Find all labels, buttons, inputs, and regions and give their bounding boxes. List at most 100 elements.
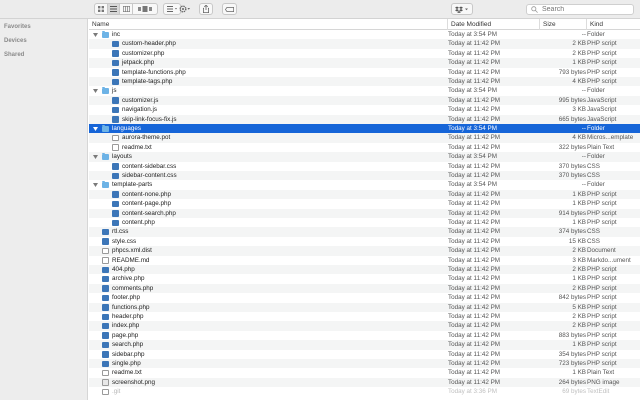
file-row[interactable]: archive.php Today at 11:42 PM 1 KB PHP scri…: [89, 274, 640, 283]
file-date: Today at 11:42 PM: [448, 78, 501, 85]
file-row[interactable]: .git Today at 3:36 PM 69 bytes TextEdit: [89, 387, 640, 396]
file-name: functions.php: [112, 303, 150, 311]
php-icon: [102, 332, 109, 339]
file-row[interactable]: content-search.php Today at 11:42 PM 914 b…: [89, 208, 640, 218]
doc-icon: [112, 134, 119, 142]
column-header-size[interactable]: Size: [539, 19, 586, 30]
file-row[interactable]: content-none.php Today at 11:42 PM 1 KB PHP…: [89, 189, 640, 200]
file-kind: PHP script: [587, 68, 617, 76]
disclosure-triangle-icon[interactable]: [92, 180, 99, 189]
file-date: Today at 11:42 PM: [448, 360, 501, 367]
column-view-button[interactable]: [120, 4, 133, 14]
file-row[interactable]: readme.txt Today at 11:42 PM 1 KB Plain Tex…: [89, 368, 640, 377]
file-row[interactable]: custom-header.php Today at 11:42 PM 2 KB PH…: [89, 39, 640, 49]
file-row[interactable]: phpcs.xml.dist Today at 11:42 PM 2 KB Docum…: [89, 246, 640, 256]
file-name: readme.txt: [112, 369, 142, 377]
column-header-date[interactable]: Date Modified: [447, 19, 539, 30]
file-size: 374 bytes: [558, 228, 586, 236]
file-size: 2 KB: [572, 322, 586, 330]
search-field[interactable]: [526, 4, 634, 15]
file-name: content-sidebar.css: [122, 162, 177, 170]
file-kind: Folder: [587, 125, 605, 132]
action-menu-button[interactable]: [175, 3, 195, 15]
icon-view-button[interactable]: [95, 4, 108, 14]
file-row[interactable]: search.php Today at 11:42 PM 1 KB PHP scrip…: [89, 340, 640, 350]
folder-icon: [102, 180, 109, 189]
sidebar-section-favorites[interactable]: Favorites: [4, 24, 31, 30]
file-row[interactable]: customizer.js Today at 11:42 PM 995 bytes J…: [89, 95, 640, 106]
folder-row[interactable]: js Today at 3:54 PM -- Folder: [89, 86, 640, 95]
sidebar-section-shared[interactable]: Shared: [4, 52, 24, 58]
file-row[interactable]: content.php Today at 11:42 PM 1 KB PHP scri…: [89, 218, 640, 227]
file-row[interactable]: jetpack.php Today at 11:42 PM 1 KB PHP scri…: [89, 58, 640, 68]
file-row[interactable]: customizer.php Today at 11:42 PM 2 KB PHP s…: [89, 49, 640, 58]
file-size: 15 KB: [568, 237, 586, 245]
img-icon: [102, 379, 109, 386]
file-row[interactable]: template-functions.php Today at 11:42 PM 7…: [89, 68, 640, 77]
share-button[interactable]: [199, 3, 213, 15]
file-row[interactable]: index.php Today at 11:42 PM 2 KB PHP script: [89, 321, 640, 331]
file-date: Today at 3:54 PM: [448, 31, 498, 38]
file-name: sidebar.php: [112, 350, 145, 358]
sidebar-section-devices[interactable]: Devices: [4, 38, 27, 44]
file-name: aurora-theme.pot: [122, 134, 171, 142]
file-row[interactable]: footer.php Today at 11:42 PM 842 bytes PHP …: [89, 293, 640, 302]
file-name: 404.php: [112, 266, 135, 273]
file-name: js: [112, 87, 117, 95]
disclosure-triangle-icon[interactable]: [92, 30, 99, 39]
file-size: 264 bytes: [558, 378, 586, 386]
file-kind: PHP script: [587, 322, 617, 330]
file-row[interactable]: content-sidebar.css Today at 11:42 PM 370 …: [89, 162, 640, 171]
disclosure-triangle-icon[interactable]: [92, 152, 99, 161]
file-row[interactable]: style.css Today at 11:42 PM 15 KB CSS: [89, 237, 640, 246]
file-row[interactable]: comments.php Today at 11:42 PM 2 KB PHP scr…: [89, 283, 640, 294]
cover-flow-button[interactable]: [133, 4, 157, 14]
folder-row[interactable]: layouts Today at 3:54 PM -- Folder: [89, 152, 640, 162]
php-icon: [102, 275, 109, 283]
column-header-kind[interactable]: Kind: [586, 19, 640, 30]
file-date: Today at 11:42 PM: [448, 200, 501, 208]
disclosure-triangle-icon[interactable]: [92, 86, 99, 95]
file-row[interactable]: content-page.php Today at 11:42 PM 1 KB PHP…: [89, 199, 640, 208]
folder-row[interactable]: inc Today at 3:54 PM -- Folder: [89, 30, 640, 39]
file-kind: Plain Text: [587, 369, 615, 377]
file-row[interactable]: template-tags.php Today at 11:42 PM 4 KB PH…: [89, 77, 640, 87]
file-row[interactable]: sidebar-content.css Today at 11:42 PM 370 …: [89, 171, 640, 181]
dropbox-button[interactable]: [451, 3, 473, 15]
file-row[interactable]: rtl.css Today at 11:42 PM 374 bytes CSS: [89, 227, 640, 237]
file-kind: CSS: [587, 237, 600, 245]
file-row[interactable]: page.php Today at 11:42 PM 883 bytes PHP sc…: [89, 331, 640, 340]
file-row[interactable]: functions.php Today at 11:42 PM 5 KB PHP sc…: [89, 302, 640, 312]
search-input[interactable]: [542, 6, 622, 13]
list-view-button[interactable]: [107, 4, 121, 14]
file-date: Today at 11:42 PM: [448, 134, 501, 142]
tag-icon: [225, 6, 234, 12]
file-row[interactable]: aurora-theme.pot Today at 11:42 PM 4 KB Mic…: [89, 133, 640, 143]
file-row[interactable]: header.php Today at 11:42 PM 2 KB PHP scrip…: [89, 312, 640, 321]
file-name: template-functions.php: [122, 68, 186, 76]
file-row[interactable]: README.md Today at 11:42 PM 3 KB Markdo...u…: [89, 256, 640, 265]
file-size: 5 KB: [572, 303, 586, 311]
column-header-name[interactable]: Name: [89, 19, 448, 30]
folder-row[interactable]: template-parts Today at 3:54 PM -- Folder: [89, 180, 640, 189]
file-row[interactable]: navigation.js Today at 11:42 PM 3 KB JavaSc…: [89, 105, 640, 114]
file-kind: PHP script: [587, 219, 617, 226]
file-row[interactable]: skip-link-focus-fix.js Today at 11:42 PM 6…: [89, 114, 640, 124]
file-kind: JavaScript: [587, 96, 617, 104]
folder-row[interactable]: languages Today at 3:54 PM -- Folder: [89, 124, 640, 134]
file-kind: TextEdit: [587, 388, 610, 396]
file-name: inc: [112, 31, 121, 38]
file-name: search.php: [112, 341, 144, 349]
file-size: 2 KB: [572, 49, 586, 57]
edit-tags-button[interactable]: [222, 3, 237, 15]
file-size: --: [581, 153, 586, 161]
file-row[interactable]: single.php Today at 11:42 PM 723 bytes PHP …: [89, 359, 640, 369]
file-row[interactable]: readme.txt Today at 11:42 PM 322 bytes Plai…: [89, 143, 640, 152]
file-date: Today at 11:42 PM: [448, 219, 501, 226]
disclosure-triangle-icon[interactable]: [92, 124, 99, 133]
file-name: archive.php: [112, 275, 145, 283]
file-row[interactable]: sidebar.php Today at 11:42 PM 354 bytes PHP…: [89, 350, 640, 359]
file-row[interactable]: screenshot.png Today at 11:42 PM 264 bytes…: [89, 377, 640, 388]
file-size: 793 bytes: [558, 68, 586, 76]
file-row[interactable]: 404.php Today at 11:42 PM 2 KB PHP script: [89, 265, 640, 275]
